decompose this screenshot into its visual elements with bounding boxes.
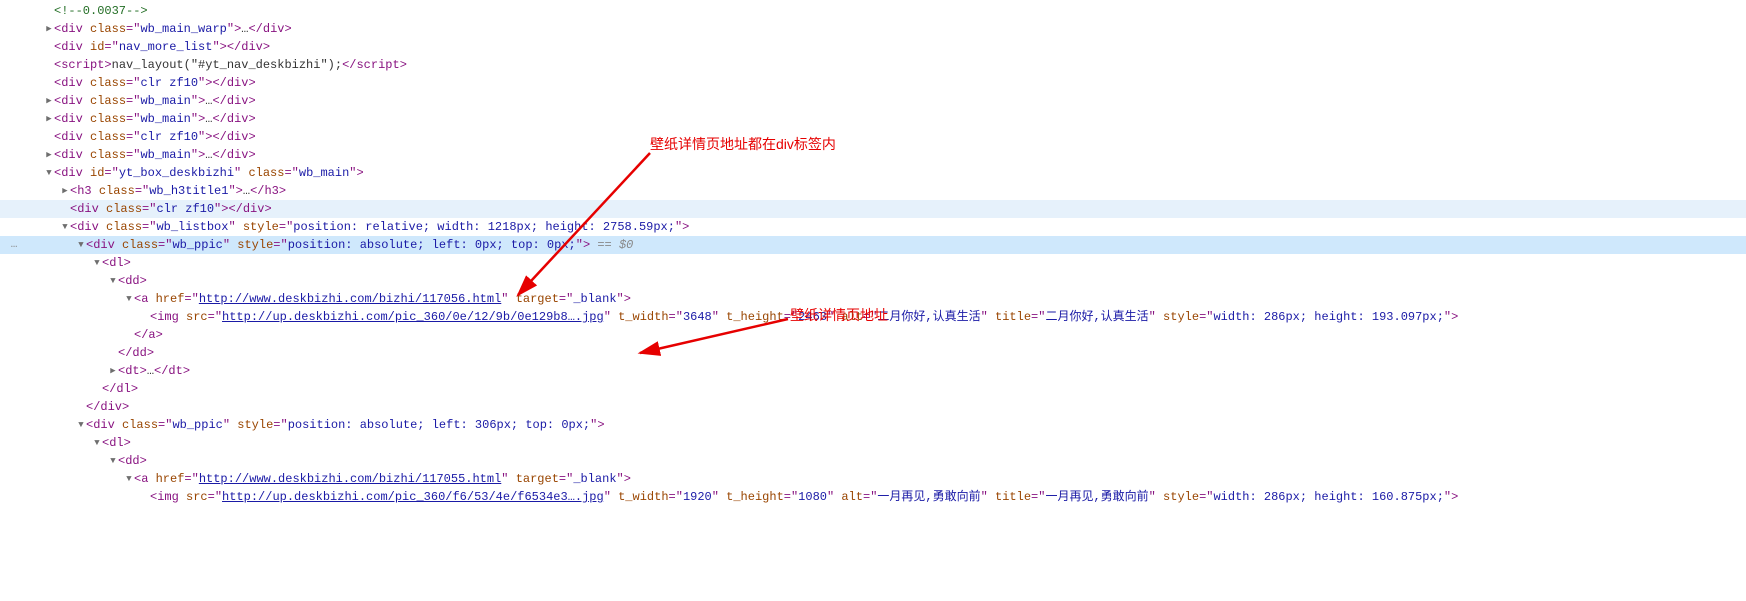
tree-row[interactable]: <img src="http://up.deskbizhi.com/pic_36…: [0, 488, 1746, 506]
expand-arrow[interactable]: ▶: [44, 110, 54, 128]
href-link[interactable]: http://www.deskbizhi.com/bizhi/117055.ht…: [199, 472, 501, 486]
selected-indicator: == $0: [597, 238, 633, 252]
tree-row[interactable]: ▶ <h3 class="wb_h3title1">…</h3>: [0, 182, 1746, 200]
expand-arrow[interactable]: ▼: [44, 164, 54, 182]
tree-row[interactable]: ▼ <dl>: [0, 434, 1746, 452]
expand-arrow[interactable]: ▼: [92, 434, 102, 452]
tree-row[interactable]: ▼ <dd>: [0, 452, 1746, 470]
tree-row[interactable]: ▼ <div id="yt_box_deskbizhi" class="wb_m…: [0, 164, 1746, 182]
expand-arrow[interactable]: ▼: [108, 272, 118, 290]
src-link[interactable]: http://up.deskbizhi.com/pic_360/f6/53/4e…: [222, 490, 604, 504]
expand-arrow[interactable]: ▼: [108, 452, 118, 470]
tree-row-selected[interactable]: … ▼ <div class="wb_ppic" style="position…: [0, 236, 1746, 254]
href-link[interactable]: http://www.deskbizhi.com/bizhi/117056.ht…: [199, 292, 501, 306]
tree-row[interactable]: ▼ <a href="http://www.deskbizhi.com/bizh…: [0, 470, 1746, 488]
tree-row[interactable]: </div>: [0, 398, 1746, 416]
expand-arrow[interactable]: ▼: [76, 416, 86, 434]
gutter-ellipsis: …: [0, 236, 28, 254]
dom-tree: <!--0.0037--> ▶ <div class="wb_main_warp…: [0, 0, 1746, 506]
expand-arrow[interactable]: ▶: [108, 362, 118, 380]
expand-arrow[interactable]: ▼: [60, 218, 70, 236]
tree-row[interactable]: ▼ <div class="wb_ppic" style="position: …: [0, 416, 1746, 434]
tree-row[interactable]: ▼ <a href="http://www.deskbizhi.com/bizh…: [0, 290, 1746, 308]
expand-arrow[interactable]: ▼: [124, 470, 134, 488]
expand-arrow[interactable]: ▶: [44, 146, 54, 164]
tree-row[interactable]: <div class="clr zf10"></div>: [0, 128, 1746, 146]
tree-row[interactable]: <script>nav_layout("#yt_nav_deskbizhi");…: [0, 56, 1746, 74]
tree-row[interactable]: ▶ <div class="wb_main">…</div>: [0, 146, 1746, 164]
expand-arrow[interactable]: ▼: [76, 236, 86, 254]
tree-row[interactable]: ▶ <dt>…</dt>: [0, 362, 1746, 380]
expand-arrow[interactable]: ▶: [60, 182, 70, 200]
tree-row[interactable]: <!--0.0037-->: [0, 2, 1746, 20]
tree-row[interactable]: <div id="nav_more_list"></div>: [0, 38, 1746, 56]
tree-row[interactable]: </a>: [0, 326, 1746, 344]
tree-row[interactable]: </dd>: [0, 344, 1746, 362]
expand-arrow[interactable]: ▶: [44, 20, 54, 38]
tree-row[interactable]: ▼ <div class="wb_listbox" style="positio…: [0, 218, 1746, 236]
tree-row[interactable]: <div class="clr zf10"></div>: [0, 74, 1746, 92]
code-comment: <!--0.0037-->: [54, 4, 148, 18]
tree-row[interactable]: ▶ <div class="wb_main_warp">…</div>: [0, 20, 1746, 38]
tree-row[interactable]: ▶ <div class="wb_main">…</div>: [0, 92, 1746, 110]
expand-arrow[interactable]: ▼: [92, 254, 102, 272]
expand-arrow[interactable]: ▶: [44, 92, 54, 110]
src-link[interactable]: http://up.deskbizhi.com/pic_360/0e/12/9b…: [222, 310, 604, 324]
tree-row[interactable]: ▶ <div class="wb_main">…</div>: [0, 110, 1746, 128]
tree-row[interactable]: <img src="http://up.deskbizhi.com/pic_36…: [0, 308, 1746, 326]
tree-row[interactable]: <div class="clr zf10"></div>: [0, 200, 1746, 218]
tree-row[interactable]: </dl>: [0, 380, 1746, 398]
tree-row[interactable]: ▼ <dd>: [0, 272, 1746, 290]
tree-row[interactable]: ▼ <dl>: [0, 254, 1746, 272]
expand-arrow[interactable]: ▼: [124, 290, 134, 308]
